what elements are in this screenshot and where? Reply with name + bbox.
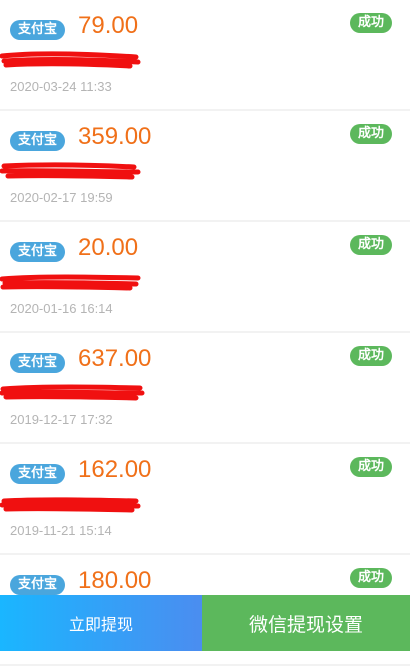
redaction-scribble [0, 51, 141, 69]
withdrawal-record[interactable]: 支付宝 637.00 成功 2019-12-17 17:32 [0, 333, 410, 442]
record-date: 2020-02-17 19:59 [10, 190, 113, 205]
withdrawal-record-list: 支付宝 79.00 成功 2020-03-24 11:33 支付宝 359.00… [0, 0, 410, 666]
payment-method-badge: 支付宝 [10, 131, 66, 151]
withdrawal-amount: 180.00 [78, 567, 152, 594]
record-date: 2019-12-17 17:32 [10, 412, 113, 427]
withdrawal-record[interactable]: 支付宝 359.00 成功 2020-02-17 19:59 [0, 111, 410, 220]
payment-method-badge: 支付宝 [10, 242, 66, 262]
record-date: 2020-01-16 16:14 [10, 301, 113, 316]
withdrawal-amount: 162.00 [78, 456, 152, 483]
withdrawal-amount: 79.00 [78, 12, 139, 39]
withdrawal-record[interactable]: 支付宝 162.00 成功 2019-11-21 15:14 [0, 444, 410, 553]
redaction-scribble [0, 274, 141, 291]
status-badge: 成功 [349, 457, 392, 477]
status-badge: 成功 [349, 124, 392, 144]
withdrawal-amount: 20.00 [78, 234, 139, 261]
bottom-action-bar: 立即提现 微信提现设置 [0, 595, 410, 651]
status-badge: 成功 [349, 13, 392, 33]
payment-method-badge: 支付宝 [10, 353, 66, 373]
withdrawal-record[interactable]: 支付宝 20.00 成功 2020-01-16 16:14 [0, 222, 410, 331]
wechat-withdraw-settings-button[interactable]: 微信提现设置 [202, 595, 410, 651]
status-badge: 成功 [349, 568, 392, 588]
payment-method-badge: 支付宝 [10, 20, 66, 40]
status-badge: 成功 [349, 346, 392, 366]
payment-method-badge: 支付宝 [10, 575, 66, 595]
withdrawal-amount: 359.00 [78, 123, 152, 150]
record-date: 2020-03-24 11:33 [10, 79, 112, 94]
redaction-scribble [0, 497, 141, 513]
withdraw-now-button[interactable]: 立即提现 [0, 595, 202, 651]
payment-method-badge: 支付宝 [10, 464, 66, 484]
record-date: 2019-11-21 15:14 [10, 523, 112, 538]
redaction-scribble [0, 162, 141, 180]
redaction-scribble [0, 384, 145, 401]
status-badge: 成功 [349, 235, 392, 255]
withdrawal-record[interactable]: 支付宝 79.00 成功 2020-03-24 11:33 [0, 0, 410, 109]
withdrawal-amount: 637.00 [78, 345, 152, 372]
